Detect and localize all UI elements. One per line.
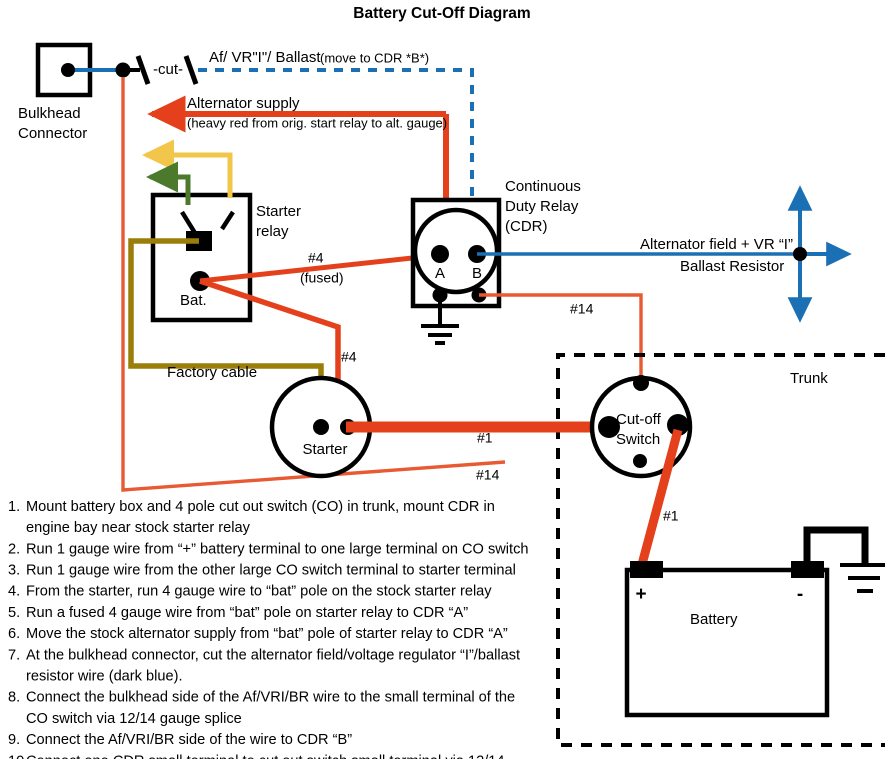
instruction-item: 7. At the bulkhead connector, cut the alt… bbox=[8, 647, 520, 684]
cdr-label-line3: (CDR) bbox=[505, 218, 548, 235]
instruction-item: 6. Move the stock alternator supply from … bbox=[8, 626, 508, 642]
wire-4-label: #4 bbox=[341, 349, 357, 365]
wire-14-top-label: #14 bbox=[570, 301, 594, 317]
battery-ground-strap bbox=[803, 526, 869, 563]
instruction-line: Move the stock alternator supply from “b… bbox=[26, 626, 508, 642]
cdr-terminal-a-dot bbox=[431, 245, 449, 263]
trunk-label: Trunk bbox=[790, 370, 828, 387]
diagram-canvas: Battery Cut-Off Diagram Bulkhead Connect… bbox=[8, 5, 885, 759]
instruction-list: 1. Mount battery box and 4 pole cut out s… bbox=[8, 499, 529, 759]
instruction-line: Mount battery box and 4 pole cut out swi… bbox=[26, 499, 495, 515]
instruction-line: From the starter, run 4 gauge wire to “b… bbox=[26, 584, 492, 600]
instruction-item: 5. Run a fused 4 gauge wire from “bat” po… bbox=[8, 605, 468, 621]
bulkhead-label-line1: Bulkhead bbox=[18, 105, 81, 122]
instruction-number: 1. bbox=[8, 499, 20, 515]
instruction-number: 9. bbox=[8, 732, 20, 748]
instruction-line: engine bay near stock starter relay bbox=[26, 520, 251, 536]
instruction-line: Connect the Af/VRI/BR side of the wire t… bbox=[26, 732, 352, 748]
cdr-terminal-b-label: B bbox=[472, 265, 482, 282]
instruction-line: Run a fused 4 gauge wire from “bat” pole… bbox=[26, 605, 468, 621]
alternator-supply-note: (heavy red from orig. start relay to alt… bbox=[187, 115, 447, 130]
starter-label: Starter bbox=[302, 441, 347, 458]
cdr-label-line1: Continuous bbox=[505, 178, 581, 195]
instruction-number: 8. bbox=[8, 690, 20, 706]
alternator-field-label-line2: Ballast Resistor bbox=[680, 258, 784, 275]
instruction-line: Run 1 gauge wire from the other large CO… bbox=[26, 562, 516, 578]
alternator-field-label-line1: Alternator field + VR “I” bbox=[640, 236, 793, 253]
cutoff-small-terminal-top-dot bbox=[633, 375, 649, 391]
starter-relay-label-line2: relay bbox=[256, 223, 289, 240]
starter-terminal-left-dot bbox=[313, 419, 329, 435]
instruction-item: 10.Connect one CDR small terminal to cut… bbox=[8, 753, 505, 759]
cutoff-switch-label-line1: Cut-off bbox=[616, 411, 662, 428]
factory-cable-label: Factory cable bbox=[167, 364, 257, 381]
instruction-line: Connect the bulkhead side of the Af/VRI/… bbox=[26, 690, 515, 706]
page-title: Battery Cut-Off Diagram bbox=[353, 5, 530, 22]
battery-negative-label: - bbox=[797, 584, 803, 605]
battery-label: Battery bbox=[690, 611, 738, 628]
instruction-number: 2. bbox=[8, 541, 20, 557]
wire-14-bottom-label: #14 bbox=[476, 467, 500, 483]
wire-4-fused-label-line1: #4 bbox=[308, 250, 324, 266]
instruction-line: CO switch via 12/14 gauge splice bbox=[26, 711, 242, 727]
instruction-item: 2. Run 1 gauge wire from “+” battery term… bbox=[8, 541, 529, 557]
alternator-field-junction-dot bbox=[793, 247, 807, 261]
instruction-number: 5. bbox=[8, 605, 20, 621]
instruction-number: 4. bbox=[8, 584, 20, 600]
wire-4-fused-label-line2: (fused) bbox=[300, 270, 344, 286]
cutoff-small-terminal-bottom-dot bbox=[633, 454, 647, 468]
instruction-number: 7. bbox=[8, 647, 20, 663]
instruction-line: At the bulkhead connector, cut the alter… bbox=[26, 647, 520, 663]
instruction-line: resistor wire (dark blue). bbox=[26, 668, 183, 684]
bulkhead-label-line2: Connector bbox=[18, 125, 87, 142]
battery-positive-label: + bbox=[635, 584, 646, 605]
wire-1-label: #1 bbox=[477, 430, 493, 446]
af-vr-ballast-label: Af/ VR"I"/ Ballast bbox=[209, 49, 321, 66]
instruction-number: 6. bbox=[8, 626, 20, 642]
instruction-line: Run 1 gauge wire from “+” battery termin… bbox=[26, 541, 529, 557]
cutoff-switch-label-line2: Switch bbox=[616, 431, 660, 448]
alternator-supply-label: Alternator supply bbox=[187, 95, 300, 112]
cdr-label-line2: Duty Relay bbox=[505, 198, 579, 215]
instruction-line: Connect one CDR small terminal to cut ou… bbox=[26, 753, 505, 759]
cut-slash-right-icon bbox=[183, 55, 199, 85]
cdr-terminal-a-label: A bbox=[435, 265, 445, 282]
instruction-item: 4. From the starter, run 4 gauge wire to … bbox=[8, 584, 492, 600]
instruction-item: 8. Connect the bulkhead side of the Af/VR… bbox=[8, 690, 515, 727]
instruction-number: 3. bbox=[8, 562, 20, 578]
battery-positive-post bbox=[630, 561, 663, 578]
instruction-item: 9. Connect the Af/VRI/BR side of the wire… bbox=[8, 732, 352, 748]
relay-bat-label: Bat. bbox=[180, 292, 207, 309]
cut-label: -cut- bbox=[153, 61, 183, 78]
af-vr-ballast-note: (move to CDR *B*) bbox=[320, 50, 429, 65]
battery-cutoff-diagram: Battery Cut-Off Diagram Bulkhead Connect… bbox=[0, 0, 885, 759]
instruction-item: 3. Run 1 gauge wire from the other large … bbox=[8, 562, 516, 578]
bulkhead-terminal-dot bbox=[61, 63, 75, 77]
wire-1-battery-label: #1 bbox=[663, 508, 679, 524]
battery-negative-post bbox=[791, 561, 824, 578]
starter-relay-label-line1: Starter bbox=[256, 203, 301, 220]
instruction-item: 1. Mount battery box and 4 pole cut out s… bbox=[8, 499, 495, 536]
